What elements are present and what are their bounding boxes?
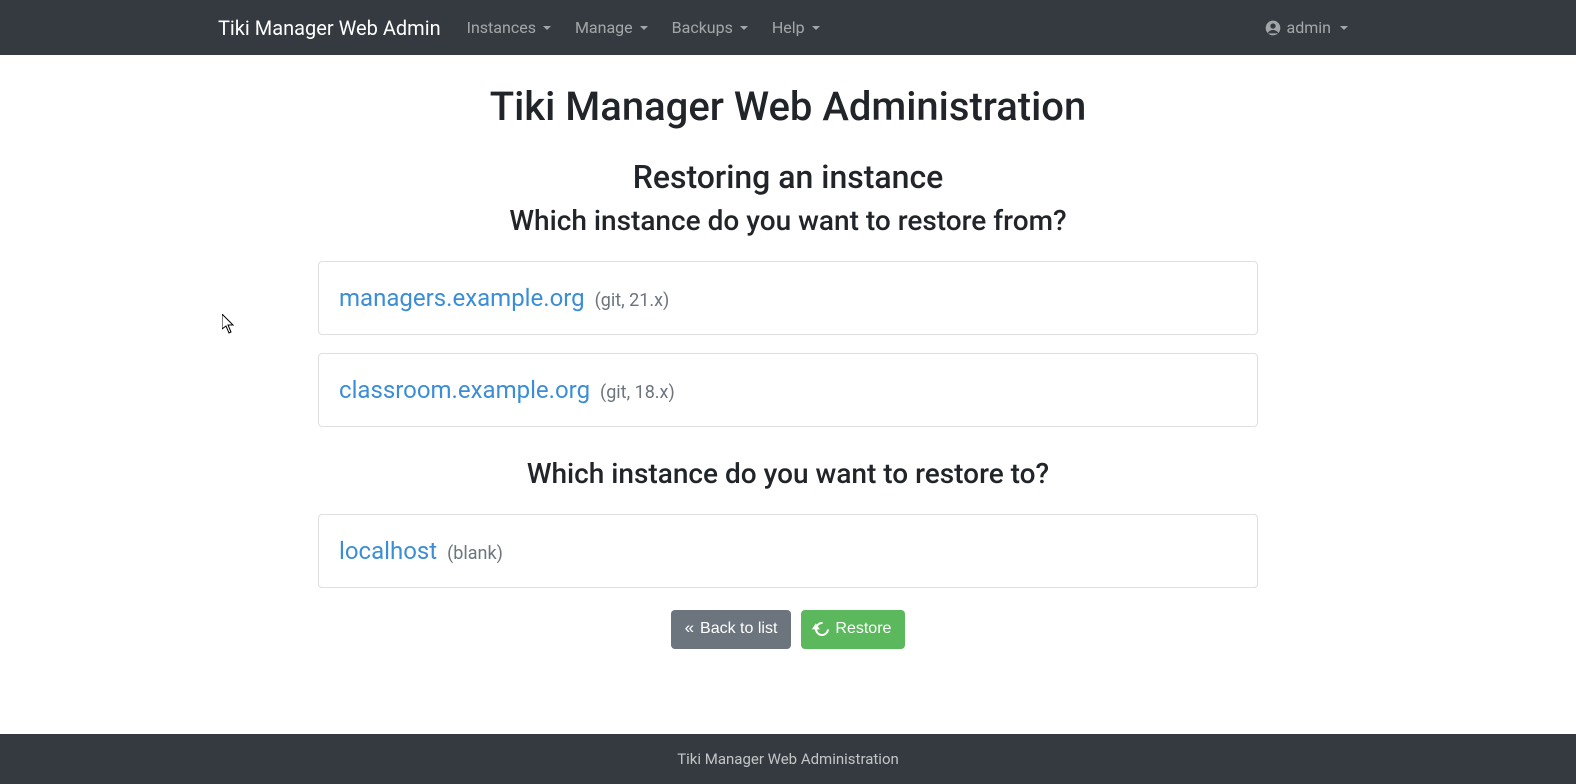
nav-manage-label: Manage bbox=[575, 18, 633, 37]
back-to-list-button[interactable]: Back to list bbox=[671, 610, 792, 649]
nav-instances-label: Instances bbox=[467, 18, 536, 37]
instance-meta: (git, 18.x) bbox=[600, 382, 675, 403]
chevron-down-icon bbox=[740, 26, 748, 30]
restore-button[interactable]: Restore bbox=[801, 610, 905, 649]
undo-icon bbox=[813, 620, 833, 640]
instance-card-from[interactable]: managers.example.org (git, 21.x) bbox=[318, 261, 1258, 335]
chevron-down-icon bbox=[543, 26, 551, 30]
instance-link[interactable]: localhost bbox=[339, 537, 437, 565]
instance-link[interactable]: managers.example.org bbox=[339, 284, 585, 312]
instance-meta: (blank) bbox=[447, 543, 503, 564]
nav-backups[interactable]: Backups bbox=[662, 10, 758, 45]
navbar: Tiki Manager Web Admin Instances Manage … bbox=[0, 0, 1576, 55]
nav-manage[interactable]: Manage bbox=[565, 10, 658, 45]
footer-text: Tiki Manager Web Administration bbox=[677, 750, 899, 768]
action-row: Back to list Restore bbox=[318, 610, 1258, 649]
restore-label: Restore bbox=[835, 619, 891, 640]
prompt-restore-to: Which instance do you want to restore to… bbox=[318, 457, 1258, 490]
nav-help-label: Help bbox=[772, 18, 805, 37]
user-label: admin bbox=[1287, 18, 1331, 37]
instance-link[interactable]: classroom.example.org bbox=[339, 376, 590, 404]
container: Tiki Manager Web Administration Restorin… bbox=[218, 83, 1358, 649]
footer: Tiki Manager Web Administration bbox=[0, 734, 1576, 784]
nav-items: Instances Manage Backups Help bbox=[457, 10, 830, 45]
prompt-restore-from: Which instance do you want to restore fr… bbox=[318, 204, 1258, 237]
navbar-inner: Tiki Manager Web Admin Instances Manage … bbox=[218, 10, 1358, 45]
user-icon bbox=[1265, 20, 1281, 36]
chevron-down-icon bbox=[1340, 26, 1348, 30]
instance-meta: (git, 21.x) bbox=[595, 290, 670, 311]
chevron-down-icon bbox=[812, 26, 820, 30]
nav-help[interactable]: Help bbox=[762, 10, 830, 45]
back-label: Back to list bbox=[700, 619, 777, 640]
page-title: Tiki Manager Web Administration bbox=[318, 83, 1258, 130]
user-menu[interactable]: admin bbox=[1255, 10, 1358, 45]
double-chevron-left-icon bbox=[685, 619, 694, 640]
nav-backups-label: Backups bbox=[672, 18, 733, 37]
brand-link[interactable]: Tiki Manager Web Admin bbox=[218, 16, 441, 40]
page-subtitle: Restoring an instance bbox=[318, 158, 1258, 196]
main: Tiki Manager Web Administration Restorin… bbox=[0, 55, 1576, 734]
nav-instances[interactable]: Instances bbox=[457, 10, 561, 45]
instance-card-to[interactable]: localhost (blank) bbox=[318, 514, 1258, 588]
instance-card-from[interactable]: classroom.example.org (git, 18.x) bbox=[318, 353, 1258, 427]
chevron-down-icon bbox=[640, 26, 648, 30]
